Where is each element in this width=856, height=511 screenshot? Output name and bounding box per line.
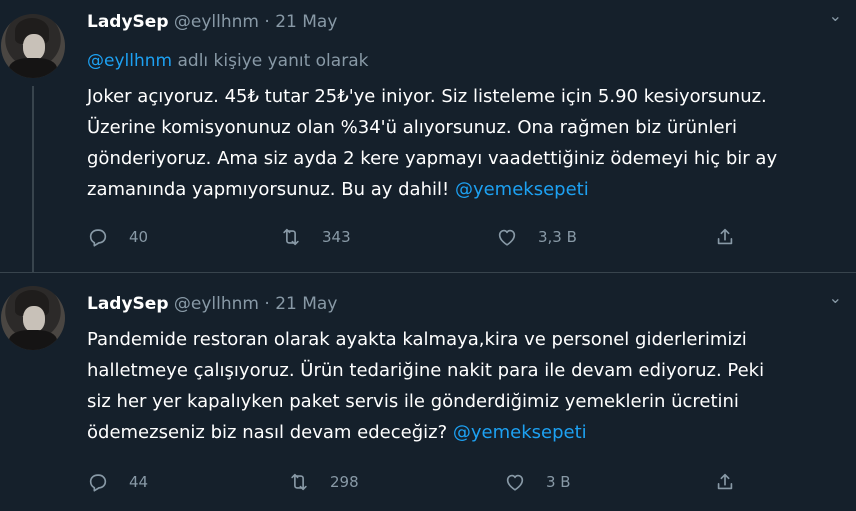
like-count: 3,3 B xyxy=(538,228,577,246)
tweet-text: Pandemide restoran olarak ayakta kalmaya… xyxy=(87,324,847,448)
reply-count: 44 xyxy=(129,473,149,491)
share-icon xyxy=(717,228,733,245)
reply-context: @eyllhnm adlı kişiye yanıt olarak xyxy=(87,51,368,71)
avatar-body xyxy=(9,330,57,350)
avatar[interactable] xyxy=(1,286,65,350)
retweet-count: 343 xyxy=(322,228,351,246)
tweet[interactable]: LadySep @eyllhnm · 21 May ⌄ @eyllhnm adl… xyxy=(0,0,856,273)
more-options-icon[interactable]: ⌄ xyxy=(829,288,842,307)
action-bar: 44 298 3 B xyxy=(87,470,747,494)
tweet-date[interactable]: 21 May xyxy=(275,294,337,314)
like-icon xyxy=(506,474,524,491)
share-button[interactable] xyxy=(714,470,736,494)
reply-mention-link[interactable]: @eyllhnm xyxy=(87,51,172,71)
avatar-face xyxy=(23,34,45,60)
avatar-body xyxy=(9,58,57,78)
tweet-text-body: Pandemide restoran olarak ayakta kalmaya… xyxy=(87,329,765,443)
retweet-icon xyxy=(283,228,299,246)
avatar[interactable] xyxy=(1,14,65,78)
retweet-button[interactable]: 343 xyxy=(280,225,351,249)
tweet-header: LadySep @eyllhnm · 21 May xyxy=(87,11,337,33)
reply-context-text: adlı kişiye yanıt olarak xyxy=(172,51,369,71)
tweet-date[interactable]: 21 May xyxy=(275,12,337,32)
like-button[interactable]: 3,3 B xyxy=(496,225,577,249)
separator-dot: · xyxy=(264,12,270,32)
reply-icon xyxy=(89,229,107,247)
tweet-text: Joker açıyoruz. 45₺ tutar 25₺'ye iniyor.… xyxy=(87,81,847,205)
display-name[interactable]: LadySep xyxy=(87,12,169,32)
thread-line xyxy=(32,86,34,272)
more-options-icon[interactable]: ⌄ xyxy=(829,6,842,25)
share-icon xyxy=(717,473,733,490)
retweet-icon xyxy=(291,473,307,491)
mention-link[interactable]: @yemeksepeti xyxy=(455,179,589,200)
display-name[interactable]: LadySep xyxy=(87,294,169,314)
separator-dot: · xyxy=(264,294,270,314)
user-handle[interactable]: @eyllhnm xyxy=(174,294,259,314)
mention-link[interactable]: @yemeksepeti xyxy=(453,422,587,443)
action-bar: 40 343 3,3 B xyxy=(87,225,747,249)
retweet-count: 298 xyxy=(330,473,359,491)
reply-count: 40 xyxy=(129,228,149,246)
user-handle[interactable]: @eyllhnm xyxy=(174,12,259,32)
share-button[interactable] xyxy=(714,225,736,249)
tweet-text-body: Joker açıyoruz. 45₺ tutar 25₺'ye iniyor.… xyxy=(87,86,778,200)
tweet[interactable]: LadySep @eyllhnm · 21 May ⌄ Pandemide re… xyxy=(0,273,856,511)
reply-icon xyxy=(89,474,107,492)
like-button[interactable]: 3 B xyxy=(504,470,571,494)
tweet-header: LadySep @eyllhnm · 21 May xyxy=(87,293,337,315)
reply-button[interactable]: 44 xyxy=(87,470,148,494)
like-count: 3 B xyxy=(546,473,571,491)
avatar-face xyxy=(23,306,45,332)
like-icon xyxy=(498,229,516,246)
reply-button[interactable]: 40 xyxy=(87,225,148,249)
retweet-button[interactable]: 298 xyxy=(288,470,359,494)
